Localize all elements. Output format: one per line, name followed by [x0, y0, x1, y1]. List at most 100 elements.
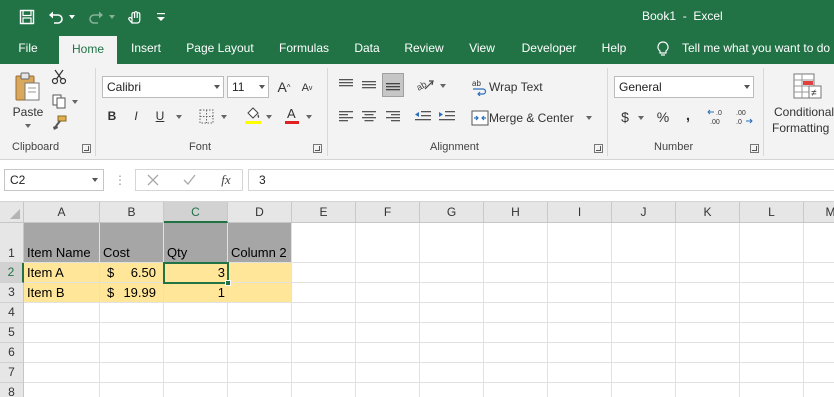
cell-b2[interactable]: $ 6.50: [100, 263, 164, 283]
decrease-indent-icon[interactable]: [414, 106, 432, 126]
bold-button[interactable]: B: [103, 106, 121, 126]
row-header-3[interactable]: 3: [0, 283, 24, 303]
conditional-formatting-icon[interactable]: ≠: [790, 70, 824, 104]
borders-icon[interactable]: [196, 106, 216, 126]
alignment-launcher-icon[interactable]: [594, 144, 603, 153]
tab-insert[interactable]: Insert: [124, 34, 168, 64]
cell-a3[interactable]: Item B: [24, 283, 100, 303]
wrap-text-icon[interactable]: ab: [470, 77, 490, 97]
select-all-button[interactable]: [0, 202, 24, 223]
cell-c1[interactable]: Qty: [164, 243, 228, 263]
customize-qat-icon[interactable]: [155, 7, 167, 27]
touch-mode-icon[interactable]: [124, 7, 146, 27]
font-color-dropdown-icon[interactable]: [306, 115, 312, 119]
tab-page-layout[interactable]: Page Layout: [180, 34, 260, 64]
cell-a1[interactable]: Item Name: [24, 243, 100, 263]
tab-view[interactable]: View: [462, 34, 502, 64]
tab-developer[interactable]: Developer: [515, 34, 583, 64]
row-header-2[interactable]: 2: [0, 263, 24, 283]
fill-color-icon[interactable]: [243, 104, 263, 126]
tab-data[interactable]: Data: [347, 34, 387, 64]
percent-button[interactable]: %: [654, 106, 672, 128]
italic-button[interactable]: I: [127, 106, 145, 126]
cell-c3[interactable]: 1: [164, 283, 228, 303]
merge-center-icon[interactable]: [470, 108, 490, 128]
increase-font-size-icon[interactable]: A ^: [275, 76, 293, 98]
merge-center-dropdown-icon[interactable]: [586, 116, 592, 120]
middle-align-icon[interactable]: [360, 74, 378, 94]
column-header-a[interactable]: A: [24, 202, 100, 223]
column-header-h[interactable]: H: [484, 202, 548, 223]
cell-b3[interactable]: $ 19.99: [100, 283, 164, 303]
font-name-combo[interactable]: Calibri: [102, 76, 224, 98]
insert-function-icon[interactable]: fx: [216, 171, 236, 189]
fill-handle[interactable]: [225, 280, 231, 286]
borders-dropdown-icon[interactable]: [221, 115, 227, 119]
orientation-icon[interactable]: ab: [414, 74, 436, 96]
redo-dropdown-icon[interactable]: [107, 7, 117, 27]
font-size-combo[interactable]: 11: [227, 76, 269, 98]
currency-button[interactable]: $: [617, 106, 633, 128]
column-header-i[interactable]: I: [548, 202, 612, 223]
column-header-f[interactable]: F: [356, 202, 420, 223]
row-header-5[interactable]: 5: [0, 323, 24, 343]
enter-icon[interactable]: [180, 171, 198, 189]
number-format-combo[interactable]: General: [614, 76, 754, 98]
decrease-font-size-icon[interactable]: Av: [298, 78, 316, 98]
merge-center-button[interactable]: Merge & Center: [489, 108, 583, 128]
top-align-icon[interactable]: [337, 74, 355, 94]
paste-dropdown-icon[interactable]: [25, 124, 31, 128]
underline-dropdown-icon[interactable]: [176, 115, 182, 119]
tab-home[interactable]: Home: [59, 36, 117, 64]
tab-help[interactable]: Help: [594, 34, 634, 64]
bottom-align-icon[interactable]: [382, 73, 404, 97]
row-header-7[interactable]: 7: [0, 363, 24, 383]
undo-dropdown-icon[interactable]: [67, 7, 77, 27]
copy-dropdown-icon[interactable]: [72, 100, 78, 104]
conditional-formatting-label-2[interactable]: Formatting: [772, 120, 834, 136]
column-header-k[interactable]: K: [676, 202, 740, 223]
cancel-icon[interactable]: [144, 171, 162, 189]
align-center-icon[interactable]: [360, 106, 378, 126]
cell-b1[interactable]: Cost: [100, 243, 164, 263]
column-header-b[interactable]: B: [100, 202, 164, 223]
column-header-l[interactable]: L: [740, 202, 804, 223]
column-header-g[interactable]: G: [420, 202, 484, 223]
number-launcher-icon[interactable]: [750, 144, 759, 153]
format-painter-icon[interactable]: [50, 114, 68, 132]
column-header-j[interactable]: J: [612, 202, 676, 223]
name-box[interactable]: C2: [4, 169, 104, 191]
align-right-icon[interactable]: [384, 106, 402, 126]
font-color-icon[interactable]: A: [283, 104, 301, 126]
paste-button[interactable]: Paste: [8, 104, 48, 120]
increase-indent-icon[interactable]: [438, 106, 456, 126]
wrap-text-button[interactable]: Wrap Text: [489, 77, 549, 97]
formula-bar-grip-icon[interactable]: ⋮: [114, 172, 126, 188]
column-header-m[interactable]: M: [804, 202, 834, 223]
column-header-d[interactable]: D: [228, 202, 292, 223]
cell-d1[interactable]: Column 2: [228, 243, 292, 263]
save-icon[interactable]: [17, 7, 37, 27]
increase-decimal-icon[interactable]: .0.00: [706, 106, 728, 128]
column-header-c[interactable]: C: [164, 202, 228, 223]
tab-formulas[interactable]: Formulas: [272, 34, 336, 64]
row-header-4[interactable]: 4: [0, 303, 24, 323]
redo-icon[interactable]: [86, 7, 106, 27]
tab-file[interactable]: File: [9, 34, 47, 64]
copy-icon[interactable]: [50, 92, 68, 110]
undo-icon[interactable]: [46, 7, 66, 27]
fill-color-dropdown-icon[interactable]: [266, 115, 272, 119]
underline-button[interactable]: U: [151, 106, 169, 126]
clipboard-launcher-icon[interactable]: [82, 144, 91, 153]
row-header-6[interactable]: 6: [0, 343, 24, 363]
column-header-e[interactable]: E: [292, 202, 356, 223]
row-header-8[interactable]: 8: [0, 383, 24, 397]
paste-icon[interactable]: [10, 70, 46, 104]
cut-icon[interactable]: [50, 68, 68, 86]
decrease-decimal-icon[interactable]: .00.0: [732, 106, 754, 128]
tab-review[interactable]: Review: [398, 34, 450, 64]
formula-input[interactable]: 3: [248, 169, 834, 191]
cell-a2[interactable]: Item A: [24, 263, 100, 283]
font-launcher-icon[interactable]: [313, 144, 322, 153]
row-header-1[interactable]: 1: [0, 223, 24, 263]
